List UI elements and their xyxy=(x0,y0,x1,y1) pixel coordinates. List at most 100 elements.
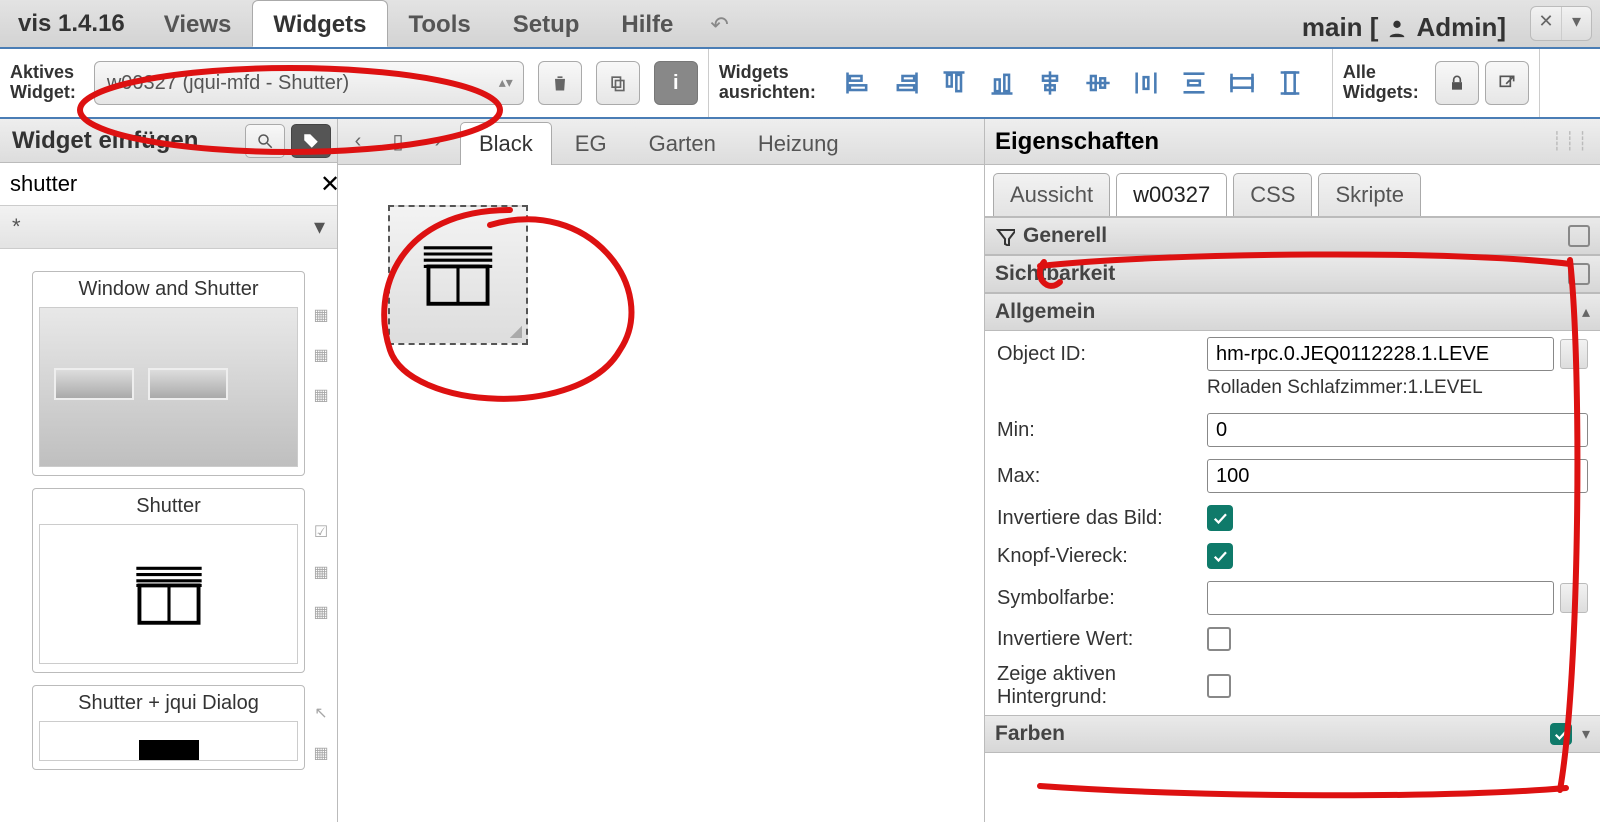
section-title: Allgemein xyxy=(995,300,1095,324)
external-icon xyxy=(1497,73,1517,93)
funnel-icon xyxy=(995,226,1015,246)
tag-icon xyxy=(302,132,320,150)
prop-label: Min: xyxy=(997,419,1207,442)
widget-card[interactable]: Shutter + jqui Dialog ↖ ▦ xyxy=(32,685,305,770)
prop-tab-view[interactable]: Aussicht xyxy=(993,173,1110,216)
app-title: vis 1.4.16 xyxy=(0,0,143,47)
prop-tab-widget[interactable]: w00327 xyxy=(1116,173,1227,216)
drag-handle-icon[interactable]: ┊┊┊ xyxy=(1551,131,1590,152)
prop-label: Invertiere das Bild: xyxy=(997,507,1207,530)
widget-card-title: Shutter + jqui Dialog xyxy=(39,692,298,715)
widget-insert-panel: Widget einfügen ✕ * ▾ Window and Shutter… xyxy=(0,119,338,822)
menu-setup[interactable]: Setup xyxy=(492,0,601,47)
active-widget-value: w00327 (jqui-mfd - Shutter) xyxy=(107,72,349,95)
invert-value-checkbox[interactable] xyxy=(1207,627,1231,651)
prop-tab-css[interactable]: CSS xyxy=(1233,173,1312,216)
next-tab-icon[interactable]: › xyxy=(418,130,458,153)
lock-icon xyxy=(1447,73,1467,93)
canvas[interactable]: ◢ xyxy=(338,165,984,822)
prop-label: Symbolfarbe: xyxy=(997,587,1207,610)
object-id-input[interactable] xyxy=(1207,337,1554,371)
undo-icon[interactable]: ↶ xyxy=(694,0,744,47)
cursor-icon: ↖ xyxy=(304,696,337,730)
lock-all-button[interactable] xyxy=(1435,61,1479,105)
grid-icon: ▦ xyxy=(304,595,337,629)
widget-card-title: Shutter xyxy=(39,495,298,518)
window-buttons: ✕ ▾ xyxy=(1530,6,1592,41)
clipboard-icon[interactable]: ▯ xyxy=(378,129,418,154)
prop-label: Max: xyxy=(997,465,1207,488)
menu-views[interactable]: Views xyxy=(143,0,253,47)
placed-shutter-widget[interactable]: ◢ xyxy=(388,205,528,345)
prop-label: Invertiere Wert: xyxy=(997,628,1207,651)
section-checkbox[interactable] xyxy=(1568,263,1590,285)
widget-filter-select[interactable]: * ▾ xyxy=(0,206,337,249)
tag-toggle-button[interactable] xyxy=(291,124,331,158)
menu-help[interactable]: Hilfe xyxy=(600,0,694,47)
symbol-color-input[interactable] xyxy=(1207,581,1554,615)
resize-handle-icon[interactable]: ◢ xyxy=(510,321,522,341)
section-common[interactable]: Allgemein ▴ xyxy=(985,293,1600,331)
menu-widgets[interactable]: Widgets xyxy=(252,0,387,47)
widget-card[interactable]: Window and Shutter ▦ ▦ ▦ xyxy=(32,271,305,476)
prop-tab-scripts[interactable]: Skripte xyxy=(1318,173,1420,216)
widget-search-input[interactable] xyxy=(0,163,308,205)
same-width-icon[interactable] xyxy=(1228,69,1256,97)
delete-widget-button[interactable] xyxy=(538,61,582,105)
copy-widget-button[interactable] xyxy=(596,61,640,105)
toolbar: Aktives Widget: w00327 (jqui-mfd - Shutt… xyxy=(0,49,1600,119)
prop-label: Knopf-Viereck: xyxy=(997,545,1207,568)
align-bottom-icon[interactable] xyxy=(988,69,1016,97)
view-tab-heizung[interactable]: Heizung xyxy=(739,122,858,166)
context-view: main [ xyxy=(1302,12,1379,43)
shutter-icon xyxy=(418,240,498,310)
align-right-icon[interactable] xyxy=(892,69,920,97)
align-top-icon[interactable] xyxy=(940,69,968,97)
export-all-button[interactable] xyxy=(1485,61,1529,105)
section-colors[interactable]: Farben ▾ xyxy=(985,715,1600,753)
same-height-icon[interactable] xyxy=(1276,69,1304,97)
distribute-v-icon[interactable] xyxy=(1180,69,1208,97)
section-checkbox[interactable] xyxy=(1550,723,1572,745)
max-input[interactable] xyxy=(1207,459,1588,493)
view-tab-garten[interactable]: Garten xyxy=(630,122,735,166)
active-widget-select[interactable]: w00327 (jqui-mfd - Shutter) ▴▾ xyxy=(94,61,524,105)
align-center-h-icon[interactable] xyxy=(1036,69,1064,97)
view-tab-black[interactable]: Black xyxy=(460,122,552,166)
section-general[interactable]: Generell xyxy=(985,217,1600,255)
align-center-v-icon[interactable] xyxy=(1084,69,1112,97)
distribute-h-icon[interactable] xyxy=(1132,69,1160,97)
widget-card[interactable]: Shutter ☑ ▦ ▦ xyxy=(32,488,305,673)
user-icon xyxy=(1386,17,1408,39)
prop-label: Zeige aktiven Hintergrund: xyxy=(997,663,1207,709)
view-tabs: ‹ ▯ › Black EG Garten Heizung xyxy=(338,119,984,165)
section-visibility[interactable]: Sichtbarkeit xyxy=(985,255,1600,293)
grid-icon: ▦ xyxy=(304,736,337,770)
invert-image-checkbox[interactable] xyxy=(1207,505,1233,531)
grid-icon: ▦ xyxy=(304,338,337,372)
menu-tools[interactable]: Tools xyxy=(388,0,492,47)
trash-icon xyxy=(550,73,570,93)
align-toolbar xyxy=(826,69,1322,97)
section-checkbox[interactable] xyxy=(1568,225,1590,247)
chevron-down-icon[interactable]: ▾ xyxy=(1561,7,1591,40)
active-bg-checkbox[interactable] xyxy=(1207,674,1231,698)
browse-object-button[interactable] xyxy=(1560,339,1588,369)
prev-tab-icon[interactable]: ‹ xyxy=(338,130,378,153)
close-icon[interactable]: ✕ xyxy=(1531,7,1561,40)
copy-icon xyxy=(608,73,628,93)
search-toggle-button[interactable] xyxy=(245,124,285,158)
align-label: Widgets ausrichten: xyxy=(719,63,826,103)
color-picker-button[interactable] xyxy=(1560,583,1588,613)
context-label: main [ Admin] xyxy=(1302,0,1522,47)
shutter-icon xyxy=(129,559,209,629)
updown-icon: ▴▾ xyxy=(499,77,513,88)
grid-icon: ▦ xyxy=(304,378,337,412)
info-widget-button[interactable]: i xyxy=(654,61,698,105)
align-left-icon[interactable] xyxy=(844,69,872,97)
button-square-checkbox[interactable] xyxy=(1207,543,1233,569)
view-tab-eg[interactable]: EG xyxy=(556,122,626,166)
context-role: Admin] xyxy=(1416,12,1506,43)
grid-icon: ▦ xyxy=(304,298,337,332)
min-input[interactable] xyxy=(1207,413,1588,447)
